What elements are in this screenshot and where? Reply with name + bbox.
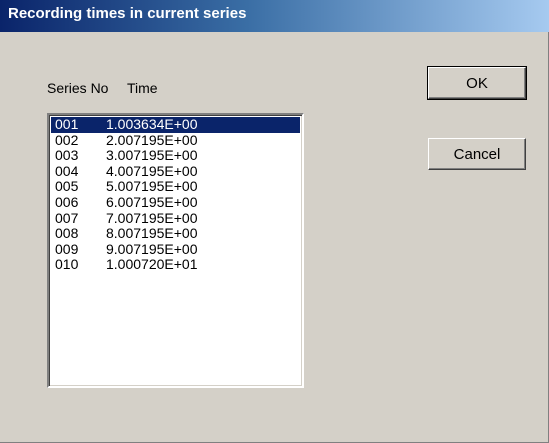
- list-item[interactable]: 005 5.007195E+00: [51, 179, 300, 195]
- list-item[interactable]: 004 4.007195E+00: [51, 162, 300, 180]
- list-item[interactable]: 003 3.007195E+00: [51, 148, 300, 164]
- list-item[interactable]: 001 1.003634E+00: [51, 116, 300, 133]
- list-item[interactable]: 010 1.000720E+01: [51, 257, 300, 273]
- recording-time: 3.007195E+00: [106, 147, 198, 164]
- recording-time: 7.007195E+00: [106, 209, 198, 226]
- list-item[interactable]: 007 7.007195E+00: [51, 209, 300, 227]
- series-number: 004: [55, 162, 79, 179]
- cancel-button[interactable]: Cancel: [428, 138, 526, 170]
- recording-time: 6.007195E+00: [106, 193, 198, 210]
- recording-time: 2.007195E+00: [106, 131, 198, 148]
- series-number: 002: [55, 131, 79, 148]
- series-number: 008: [55, 225, 79, 242]
- ok-button[interactable]: OK: [427, 66, 527, 100]
- list-item[interactable]: 002 2.007195E+00: [51, 131, 300, 149]
- series-number: 010: [55, 256, 79, 273]
- dialog-title: Recording times in current series: [8, 5, 247, 22]
- series-number: 001: [55, 116, 79, 132]
- time-column-header: Time: [127, 80, 158, 96]
- series-number: 007: [55, 209, 79, 226]
- list-item[interactable]: 009 9.007195E+00: [51, 240, 300, 258]
- series-number: 009: [55, 240, 79, 257]
- list-item[interactable]: 008 8.007195E+00: [51, 226, 300, 242]
- recording-time: 4.007195E+00: [106, 162, 198, 179]
- recording-time: 1.003634E+00: [106, 116, 198, 132]
- list-item[interactable]: 006 6.007195E+00: [51, 193, 300, 211]
- recording-time: 9.007195E+00: [106, 240, 198, 257]
- recording-times-listbox[interactable]: 001 1.003634E+00 002 2.007195E+00 003 3.00719…: [47, 113, 304, 388]
- series-number: 005: [55, 178, 79, 195]
- recording-time: 1.000720E+01: [106, 256, 198, 273]
- series-number: 006: [55, 193, 79, 210]
- recording-time: 5.007195E+00: [106, 178, 198, 195]
- series-number: 003: [55, 147, 79, 164]
- series-no-column-header: Series No: [47, 80, 109, 96]
- recording-times-dialog: Recording times in current series Series…: [0, 0, 549, 443]
- recording-time: 8.007195E+00: [106, 225, 198, 242]
- title-bar[interactable]: Recording times in current series: [0, 0, 549, 32]
